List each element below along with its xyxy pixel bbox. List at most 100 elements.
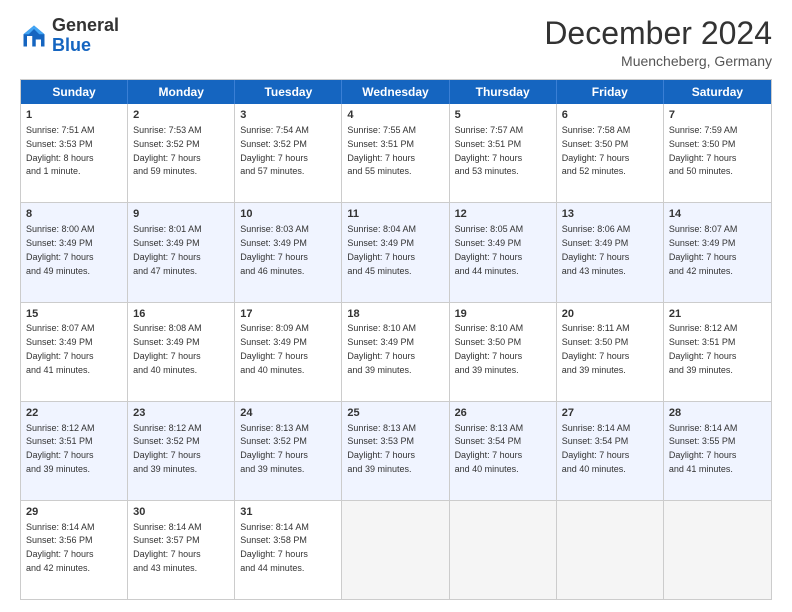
day-number: 10 [240, 207, 336, 222]
cell-text: Sunrise: 8:07 AMSunset: 3:49 PMDaylight:… [26, 323, 95, 374]
cell-text: Sunrise: 7:51 AMSunset: 3:53 PMDaylight:… [26, 125, 95, 176]
day-number: 18 [347, 307, 443, 322]
page-header: General Blue December 2024 Muencheberg, … [20, 16, 772, 69]
day-number: 26 [455, 406, 551, 421]
calendar-cell: 11 Sunrise: 8:04 AMSunset: 3:49 PMDayligh… [342, 203, 449, 301]
calendar-cell: 26 Sunrise: 8:13 AMSunset: 3:54 PMDayligh… [450, 402, 557, 500]
calendar-cell: 31 Sunrise: 8:14 AMSunset: 3:58 PMDayligh… [235, 501, 342, 599]
day-number: 11 [347, 207, 443, 222]
cell-text: Sunrise: 7:58 AMSunset: 3:50 PMDaylight:… [562, 125, 631, 176]
day-number: 25 [347, 406, 443, 421]
calendar-cell: 8 Sunrise: 8:00 AMSunset: 3:49 PMDaylight… [21, 203, 128, 301]
calendar-cell: 9 Sunrise: 8:01 AMSunset: 3:49 PMDaylight… [128, 203, 235, 301]
cell-text: Sunrise: 8:04 AMSunset: 3:49 PMDaylight:… [347, 224, 416, 275]
calendar-grid: SundayMondayTuesdayWednesdayThursdayFrid… [20, 79, 772, 600]
calendar-cell: 30 Sunrise: 8:14 AMSunset: 3:57 PMDayligh… [128, 501, 235, 599]
cell-text: Sunrise: 8:12 AMSunset: 3:51 PMDaylight:… [669, 323, 738, 374]
day-number: 21 [669, 307, 766, 322]
day-number: 8 [26, 207, 122, 222]
day-number: 9 [133, 207, 229, 222]
cell-text: Sunrise: 7:59 AMSunset: 3:50 PMDaylight:… [669, 125, 738, 176]
calendar-cell [450, 501, 557, 599]
calendar-week-2: 8 Sunrise: 8:00 AMSunset: 3:49 PMDaylight… [21, 203, 771, 302]
day-number: 17 [240, 307, 336, 322]
day-number: 5 [455, 108, 551, 123]
day-number: 30 [133, 505, 229, 520]
day-number: 4 [347, 108, 443, 123]
day-number: 31 [240, 505, 336, 520]
header-cell-friday: Friday [557, 80, 664, 104]
calendar-week-3: 15Sunrise: 8:07 AMSunset: 3:49 PMDayligh… [21, 303, 771, 402]
calendar-cell: 28Sunrise: 8:14 AMSunset: 3:55 PMDayligh… [664, 402, 771, 500]
header-cell-saturday: Saturday [664, 80, 771, 104]
day-number: 12 [455, 207, 551, 222]
calendar-cell: 17Sunrise: 8:09 AMSunset: 3:49 PMDayligh… [235, 303, 342, 401]
cell-text: Sunrise: 8:08 AMSunset: 3:49 PMDaylight:… [133, 323, 202, 374]
day-number: 15 [26, 307, 122, 322]
cell-text: Sunrise: 8:01 AMSunset: 3:49 PMDaylight:… [133, 224, 202, 275]
cell-text: Sunrise: 8:14 AMSunset: 3:58 PMDaylight:… [240, 522, 309, 573]
day-number: 14 [669, 207, 766, 222]
cell-text: Sunrise: 8:00 AMSunset: 3:49 PMDaylight:… [26, 224, 95, 275]
cell-text: Sunrise: 8:09 AMSunset: 3:49 PMDaylight:… [240, 323, 309, 374]
cell-text: Sunrise: 8:07 AMSunset: 3:49 PMDaylight:… [669, 224, 738, 275]
calendar-cell: 19Sunrise: 8:10 AMSunset: 3:50 PMDayligh… [450, 303, 557, 401]
calendar-cell: 1 Sunrise: 7:51 AMSunset: 3:53 PMDaylight… [21, 104, 128, 202]
header-cell-monday: Monday [128, 80, 235, 104]
logo-icon [20, 22, 48, 50]
calendar-cell: 21Sunrise: 8:12 AMSunset: 3:51 PMDayligh… [664, 303, 771, 401]
calendar-cell: 14 Sunrise: 8:07 AMSunset: 3:49 PMDayligh… [664, 203, 771, 301]
day-number: 27 [562, 406, 658, 421]
calendar-cell: 2 Sunrise: 7:53 AMSunset: 3:52 PMDaylight… [128, 104, 235, 202]
calendar-cell: 29Sunrise: 8:14 AMSunset: 3:56 PMDayligh… [21, 501, 128, 599]
calendar-cell: 27Sunrise: 8:14 AMSunset: 3:54 PMDayligh… [557, 402, 664, 500]
calendar-cell: 16Sunrise: 8:08 AMSunset: 3:49 PMDayligh… [128, 303, 235, 401]
logo-general: General [52, 15, 119, 35]
logo: General Blue [20, 16, 119, 56]
calendar-week-1: 1 Sunrise: 7:51 AMSunset: 3:53 PMDaylight… [21, 104, 771, 203]
cell-text: Sunrise: 8:13 AMSunset: 3:52 PMDaylight:… [240, 423, 309, 474]
cell-text: Sunrise: 8:13 AMSunset: 3:53 PMDaylight:… [347, 423, 416, 474]
calendar-cell [557, 501, 664, 599]
cell-text: Sunrise: 7:53 AMSunset: 3:52 PMDaylight:… [133, 125, 202, 176]
day-number: 13 [562, 207, 658, 222]
day-number: 1 [26, 108, 122, 123]
calendar-title: December 2024 [544, 16, 772, 51]
cell-text: Sunrise: 8:11 AMSunset: 3:50 PMDaylight:… [562, 323, 630, 374]
logo-blue: Blue [52, 35, 91, 55]
calendar-cell: 5 Sunrise: 7:57 AMSunset: 3:51 PMDaylight… [450, 104, 557, 202]
calendar-cell [664, 501, 771, 599]
day-number: 7 [669, 108, 766, 123]
cell-text: Sunrise: 8:12 AMSunset: 3:52 PMDaylight:… [133, 423, 202, 474]
day-number: 20 [562, 307, 658, 322]
header-cell-thursday: Thursday [450, 80, 557, 104]
calendar-week-4: 22Sunrise: 8:12 AMSunset: 3:51 PMDayligh… [21, 402, 771, 501]
calendar-cell: 23 Sunrise: 8:12 AMSunset: 3:52 PMDayligh… [128, 402, 235, 500]
calendar-cell: 18Sunrise: 8:10 AMSunset: 3:49 PMDayligh… [342, 303, 449, 401]
calendar-cell: 25 Sunrise: 8:13 AMSunset: 3:53 PMDayligh… [342, 402, 449, 500]
day-number: 3 [240, 108, 336, 123]
calendar-cell: 24 Sunrise: 8:13 AMSunset: 3:52 PMDayligh… [235, 402, 342, 500]
calendar-cell: 3 Sunrise: 7:54 AMSunset: 3:52 PMDaylight… [235, 104, 342, 202]
calendar-cell [342, 501, 449, 599]
cell-text: Sunrise: 8:06 AMSunset: 3:49 PMDaylight:… [562, 224, 631, 275]
calendar-cell: 6Sunrise: 7:58 AMSunset: 3:50 PMDaylight… [557, 104, 664, 202]
cell-text: Sunrise: 7:57 AMSunset: 3:51 PMDaylight:… [455, 125, 524, 176]
header-cell-sunday: Sunday [21, 80, 128, 104]
day-number: 2 [133, 108, 229, 123]
calendar-cell: 10Sunrise: 8:03 AMSunset: 3:49 PMDayligh… [235, 203, 342, 301]
calendar-cell: 4 Sunrise: 7:55 AMSunset: 3:51 PMDaylight… [342, 104, 449, 202]
day-number: 19 [455, 307, 551, 322]
day-number: 28 [669, 406, 766, 421]
calendar-cell: 15Sunrise: 8:07 AMSunset: 3:49 PMDayligh… [21, 303, 128, 401]
day-number: 23 [133, 406, 229, 421]
day-number: 24 [240, 406, 336, 421]
cell-text: Sunrise: 7:54 AMSunset: 3:52 PMDaylight:… [240, 125, 309, 176]
header-cell-tuesday: Tuesday [235, 80, 342, 104]
title-block: December 2024 Muencheberg, Germany [544, 16, 772, 69]
cell-text: Sunrise: 8:14 AMSunset: 3:57 PMDaylight:… [133, 522, 202, 573]
cell-text: Sunrise: 8:13 AMSunset: 3:54 PMDaylight:… [455, 423, 524, 474]
logo-text: General Blue [52, 16, 119, 56]
cell-text: Sunrise: 7:55 AMSunset: 3:51 PMDaylight:… [347, 125, 416, 176]
header-cell-wednesday: Wednesday [342, 80, 449, 104]
